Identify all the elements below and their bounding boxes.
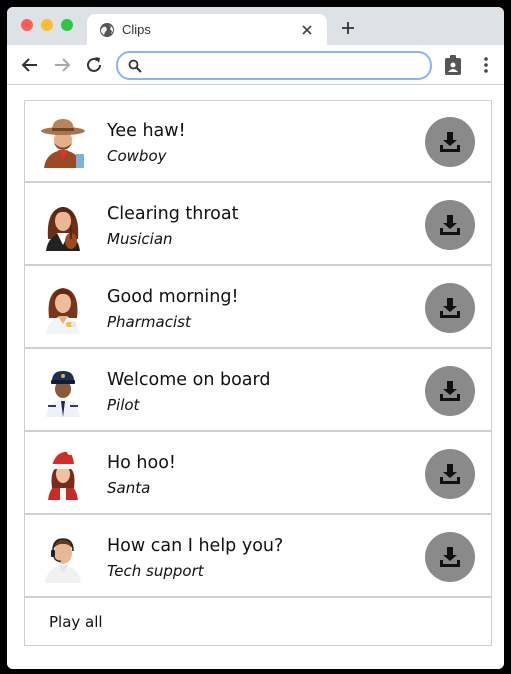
download-button[interactable] — [425, 117, 475, 167]
maximize-window-button[interactable] — [61, 19, 73, 31]
reload-icon[interactable] — [85, 56, 103, 74]
clip-message: Yee haw! — [107, 121, 186, 141]
close-window-button[interactable] — [21, 19, 33, 31]
search-icon — [128, 59, 142, 73]
download-button[interactable] — [425, 532, 475, 582]
clip-message: Welcome on board — [107, 370, 271, 390]
list-item: Clearing throat Musician — [25, 184, 491, 266]
download-button[interactable] — [425, 366, 475, 416]
clip-role: Musician — [107, 230, 173, 248]
play-all-label: Play all — [49, 613, 103, 631]
globe-icon — [100, 23, 114, 37]
download-button[interactable] — [425, 200, 475, 250]
list-item: Welcome on board Pilot — [25, 350, 491, 432]
clip-role: Pharmacist — [107, 313, 191, 331]
download-button[interactable] — [425, 449, 475, 499]
clips-list: Yee haw! Cowboy Clearing throat Musician… — [24, 100, 492, 646]
back-icon[interactable] — [21, 56, 39, 74]
list-item: Ho hoo! Santa — [25, 433, 491, 515]
clip-role: Cowboy — [107, 147, 167, 165]
download-button[interactable] — [425, 283, 475, 333]
clip-role: Pilot — [107, 396, 140, 414]
clip-message: How can I help you? — [107, 536, 284, 556]
download-icon — [440, 464, 460, 484]
musician-avatar — [46, 207, 80, 251]
browser-toolbar — [7, 45, 504, 85]
download-icon — [440, 381, 460, 401]
download-icon — [440, 215, 460, 235]
cowboy-avatar — [41, 119, 85, 168]
tech-support-avatar — [45, 538, 81, 583]
download-icon — [440, 132, 460, 152]
download-icon — [440, 298, 460, 318]
forward-icon[interactable] — [53, 56, 71, 74]
santa-avatar — [48, 449, 78, 500]
tab-clips[interactable]: Clips — [87, 14, 327, 45]
clip-message: Good morning! — [107, 287, 239, 307]
list-item: Yee haw! Cowboy — [25, 101, 491, 183]
pharmacist-avatar — [46, 288, 80, 334]
browser-window: Clips Yee haw! Cowboy Clearing throat Mu… — [7, 7, 504, 669]
list-item: How can I help you? Tech support — [25, 516, 491, 598]
clip-role: Santa — [107, 479, 151, 497]
clip-message: Clearing throat — [107, 204, 239, 224]
close-tab-icon[interactable] — [300, 23, 314, 37]
list-item: Good morning! Pharmacist — [25, 267, 491, 349]
more-options-icon[interactable] — [481, 56, 491, 74]
play-all-button[interactable]: Play all — [25, 597, 491, 645]
tab-title: Clips — [122, 22, 151, 37]
address-bar[interactable] — [116, 51, 432, 80]
clip-role: Tech support — [107, 562, 204, 580]
pilot-avatar — [46, 371, 80, 417]
address-input[interactable] — [150, 56, 424, 76]
clip-message: Ho hoo! — [107, 453, 176, 473]
page-content: Yee haw! Cowboy Clearing throat Musician… — [7, 85, 504, 669]
new-tab-icon[interactable] — [341, 21, 355, 35]
tab-strip: Clips — [7, 7, 504, 45]
download-icon — [440, 547, 460, 567]
minimize-window-button[interactable] — [41, 19, 53, 31]
clipboard-extension-icon[interactable] — [444, 55, 462, 75]
